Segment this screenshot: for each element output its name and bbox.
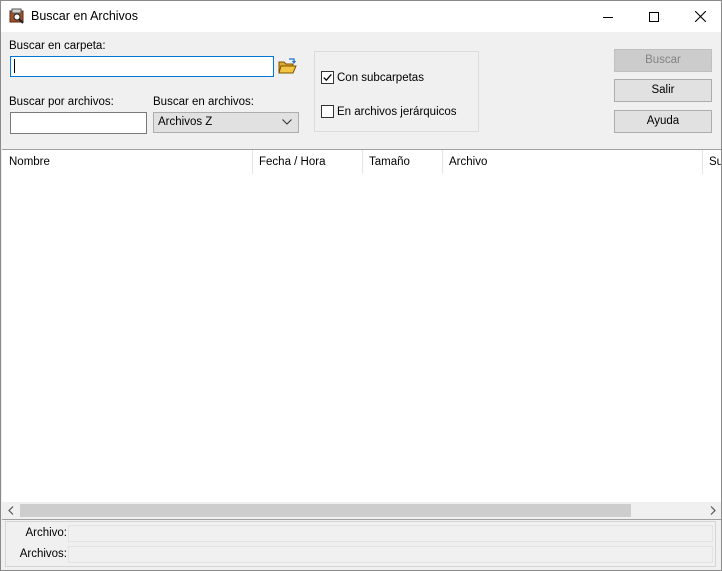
column-header-archive[interactable]: Archivo [443, 150, 703, 174]
checkmark-icon [323, 73, 332, 82]
column-header-size[interactable]: Tamaño [363, 150, 443, 174]
minimize-button[interactable] [585, 1, 631, 32]
chevron-down-icon [282, 119, 292, 125]
status-row-archive: Archivo: [6, 523, 715, 544]
maximize-button[interactable] [631, 1, 677, 32]
status-archive-field [68, 525, 713, 542]
exit-button[interactable]: Salir [614, 79, 712, 102]
files-label: Buscar por archivos: [9, 96, 114, 108]
subfolders-label: Con subcarpetas [337, 71, 424, 84]
close-icon [694, 11, 706, 22]
text-caret [14, 58, 15, 73]
horizontal-scrollbar[interactable] [2, 502, 721, 519]
folder-label: Buscar en carpeta: [9, 40, 106, 52]
search-in-archives-window: Buscar en Archivos Buscar en carpeta: Bu… [0, 0, 722, 571]
subfolders-checkbox[interactable] [321, 71, 334, 84]
hierarchical-option[interactable]: En archivos jerárquicos [321, 105, 457, 118]
scrollbar-thumb[interactable] [20, 504, 631, 517]
chevron-left-icon [7, 506, 13, 515]
help-button[interactable]: Ayuda [614, 110, 712, 133]
archives-type-select[interactable]: Archivos Z [153, 112, 299, 133]
scroll-right-button[interactable] [704, 502, 721, 519]
files-input[interactable] [10, 112, 147, 134]
maximize-icon [649, 11, 659, 22]
search-button[interactable]: Buscar [614, 49, 712, 72]
column-header-name[interactable]: Nombre [2, 150, 253, 174]
window-title: Buscar en Archivos [31, 9, 138, 23]
column-header-date[interactable]: Fecha / Hora [253, 150, 363, 174]
title-bar: Buscar en Archivos [1, 1, 721, 32]
browse-folder-button[interactable] [277, 56, 298, 77]
archives-type-selected: Archivos Z [158, 116, 213, 128]
status-row-archives: Archivos: [6, 544, 715, 565]
open-folder-icon [278, 58, 297, 74]
subfolders-option[interactable]: Con subcarpetas [321, 71, 424, 84]
archives-type-label: Buscar en archivos: [153, 96, 254, 108]
hierarchical-label: En archivos jerárquicos [337, 105, 457, 118]
scroll-left-button[interactable] [2, 502, 19, 519]
results-list[interactable]: Nombre Fecha / Hora Tamaño Archivo Su [2, 149, 721, 520]
status-archive-label: Archivo: [25, 527, 67, 539]
hierarchical-checkbox[interactable] [321, 105, 334, 118]
status-bar: Archivo: Archivos: [5, 521, 716, 567]
archive-search-icon [9, 8, 26, 24]
folder-input[interactable] [10, 56, 274, 77]
chevron-right-icon [710, 506, 716, 515]
column-header-extra[interactable]: Su [703, 150, 721, 174]
options-group [314, 51, 479, 132]
close-button[interactable] [677, 1, 721, 32]
status-archives-label: Archivos: [19, 548, 67, 560]
minimize-icon [603, 16, 613, 18]
status-archives-field [68, 546, 713, 563]
